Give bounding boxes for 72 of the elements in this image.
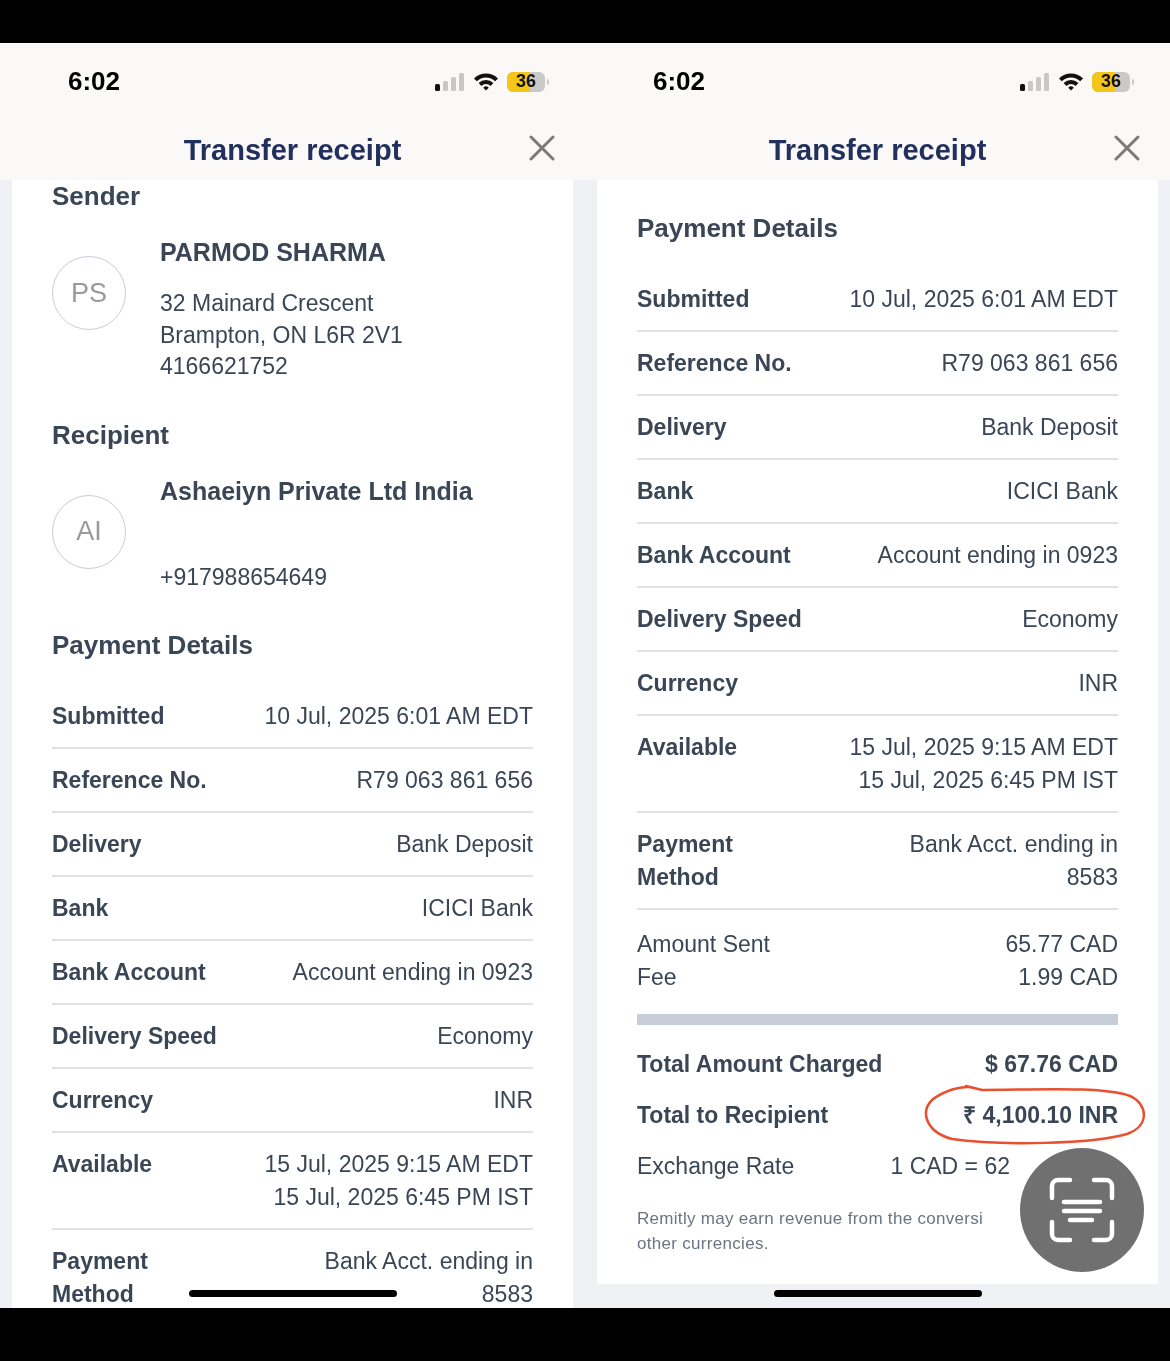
detail-value: 15 Jul, 2025 6:45 PM IST	[273, 1183, 533, 1212]
amount-value: 65.77 CAD	[1005, 930, 1118, 959]
detail-label: Available	[52, 1150, 153, 1179]
total-label: Total Amount Charged	[637, 1050, 883, 1079]
detail-value: Economy	[1022, 605, 1118, 634]
detail-label: Payment Method	[637, 830, 734, 892]
signal-icon	[435, 72, 465, 91]
rate-value: 1 CAD = 62	[890, 1152, 1010, 1181]
party-detail: +917988654649	[160, 562, 328, 592]
disclaimer-text: Remitly may earn revenue from the conversi	[637, 1208, 985, 1230]
detail-label: Available	[637, 733, 738, 762]
detail-value: INR	[1078, 669, 1118, 698]
section-heading: Sender	[52, 180, 142, 212]
party-detail: 4166621752	[160, 352, 289, 381]
detail-label: Currency	[637, 669, 738, 698]
detail-label: Bank Account	[52, 958, 206, 987]
detail-value: ICICI Bank	[1006, 477, 1118, 506]
screen-title: Transfer receipt	[768, 133, 987, 167]
detail-value: 8583	[1066, 863, 1118, 892]
detail-value: 15 Jul, 2025 6:45 PM IST	[858, 766, 1118, 795]
detail-label: Reference No.	[637, 349, 792, 378]
close-icon[interactable]	[529, 135, 555, 161]
detail-value: Economy	[437, 1022, 533, 1051]
detail-value: 15 Jul, 2025 9:15 AM EDT	[264, 1150, 533, 1179]
amount-label: Fee	[637, 963, 677, 992]
detail-label: Bank	[52, 894, 109, 923]
detail-value: 10 Jul, 2025 6:01 AM EDT	[264, 702, 533, 731]
close-icon[interactable]	[1114, 135, 1140, 161]
signal-icon	[1020, 72, 1050, 91]
party-detail: 32 Mainard Crescent	[160, 289, 375, 318]
screen-title: Transfer receipt	[183, 133, 402, 167]
detail-value: Bank Deposit	[396, 830, 533, 859]
detail-value: R79 063 861 656	[356, 766, 533, 795]
party-name: Ashaeiyn Private Ltd India	[160, 475, 473, 507]
detail-label: Delivery	[52, 830, 142, 859]
detail-value: INR	[493, 1086, 533, 1115]
amount-label: Amount Sent	[637, 930, 770, 959]
detail-label: Bank Account	[637, 541, 791, 570]
detail-label: Delivery	[637, 413, 727, 442]
detail-label: Reference No.	[52, 766, 207, 795]
party-detail: Brampton, ON L6R 2V1	[160, 320, 403, 350]
total-value: ₹ 4,100.10 INR	[963, 1101, 1118, 1130]
detail-label: Currency	[52, 1086, 153, 1115]
status-time: 6:02	[68, 66, 121, 97]
detail-label: Bank	[637, 477, 694, 506]
detail-label: Delivery Speed	[637, 605, 802, 634]
status-time: 6:02	[653, 66, 706, 97]
disclaimer-text: other currencies.	[637, 1233, 770, 1255]
amount-value: 1.99 CAD	[1018, 963, 1118, 992]
detail-value: Bank Deposit	[981, 413, 1118, 442]
detail-label: Submitted	[637, 285, 750, 314]
detail-value: 15 Jul, 2025 9:15 AM EDT	[849, 733, 1118, 762]
detail-label: Payment Method	[52, 1247, 149, 1308]
rate-label: Exchange Rate	[637, 1152, 795, 1181]
detail-label: Delivery Speed	[52, 1022, 217, 1051]
section-heading: Payment Details	[52, 629, 254, 661]
total-label: Total to Recipient	[637, 1101, 829, 1130]
section-heading: Recipient	[52, 418, 171, 451]
party-name: PARMOD SHARMA	[160, 237, 387, 268]
detail-value: Bank Acct. ending in	[909, 830, 1118, 859]
detail-value: 8583	[481, 1280, 533, 1308]
wifi-icon	[473, 72, 499, 91]
detail-label: Submitted	[52, 702, 165, 731]
detail-value: Account ending in 0923	[877, 541, 1118, 570]
detail-value: Bank Acct. ending in	[324, 1247, 533, 1276]
detail-value: ICICI Bank	[421, 894, 533, 923]
detail-value: R79 063 861 656	[941, 349, 1118, 378]
total-value: $ 67.76 CAD	[985, 1050, 1118, 1079]
detail-value: Account ending in 0923	[292, 958, 533, 987]
detail-value: 10 Jul, 2025 6:01 AM EDT	[849, 285, 1118, 314]
wifi-icon	[1058, 72, 1084, 91]
section-heading: Payment Details	[637, 212, 839, 244]
